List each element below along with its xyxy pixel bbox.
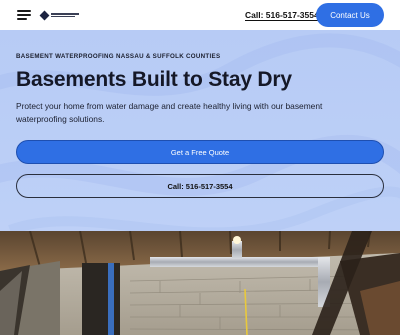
hero-background-pattern (0, 33, 400, 238)
logo-wordmark (51, 13, 79, 17)
header-phone-link[interactable]: Call: 516-517-3554 (245, 10, 319, 21)
company-logo[interactable] (39, 10, 79, 20)
hero-headline: Basements Built to Stay Dry (16, 68, 292, 91)
site-header: Call: 516-517-3554 Contact Us (0, 0, 400, 30)
logo-mark-icon (39, 10, 50, 20)
hero-subtext: Protect your home from water damage and … (16, 101, 323, 124)
hero-section: BASEMENT WATERPROOFING NASSAU & SUFFOLK … (0, 30, 400, 335)
hamburger-menu-icon[interactable] (17, 10, 31, 20)
basement-photo (0, 231, 400, 335)
hero-eyebrow: BASEMENT WATERPROOFING NASSAU & SUFFOLK … (16, 53, 221, 60)
contact-us-button[interactable]: Contact Us (316, 3, 384, 27)
call-button[interactable]: Call: 516-517-3554 (16, 174, 384, 198)
free-quote-button[interactable]: Get a Free Quote (16, 140, 384, 164)
